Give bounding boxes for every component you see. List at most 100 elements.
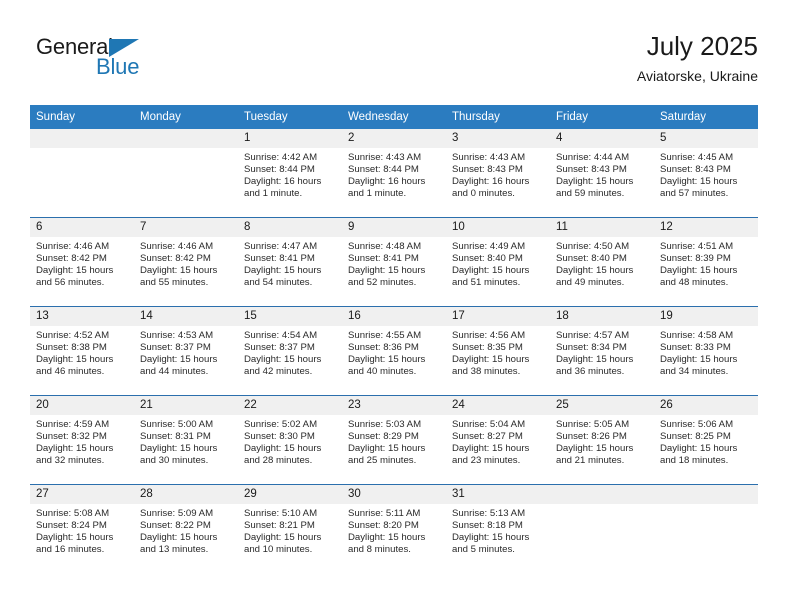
day-number: 3 (446, 129, 550, 148)
day-details: Sunrise: 5:09 AM Sunset: 8:22 PM Daylight:… (134, 504, 238, 556)
calendar-day-cell[interactable]: 11 Sunrise: 4:50 AM Sunset: 8:40 PM Dayligh… (550, 217, 654, 307)
calendar-day-cell[interactable]: 29 Sunrise: 5:10 AM Sunset: 8:21 PM Dayligh… (238, 484, 342, 573)
weekday-header-wednesday: Wednesday (342, 105, 446, 129)
calendar-day-cell[interactable]: 5 Sunrise: 4:45 AM Sunset: 8:43 PM Daylight… (654, 129, 758, 218)
day-details: Sunrise: 4:49 AM Sunset: 8:40 PM Daylight:… (446, 237, 550, 289)
weekday-header-thursday: Thursday (446, 105, 550, 129)
calendar-day-cell[interactable]: 13 Sunrise: 4:52 AM Sunset: 8:38 PM Dayligh… (30, 306, 134, 396)
sunrise-text: Sunrise: 5:00 AM (140, 419, 214, 430)
day-number: 7 (134, 218, 238, 237)
day-cell-content: 19 Sunrise: 4:58 AM Sunset: 8:33 PM Dayligh… (654, 307, 758, 395)
sunset-text: Sunset: 8:26 PM (556, 431, 627, 443)
sunset-text: Sunset: 8:36 PM (348, 342, 419, 354)
daylight-text: Daylight: 15 hours and 30 minutes. (140, 443, 218, 467)
calendar-week-row: 20 Sunrise: 4:59 AM Sunset: 8:32 PM Dayligh… (30, 395, 758, 485)
calendar-day-cell[interactable]: 9 Sunrise: 4:48 AM Sunset: 8:41 PM Daylight… (342, 217, 446, 307)
calendar-day-cell[interactable]: 24 Sunrise: 5:04 AM Sunset: 8:27 PM Dayligh… (446, 395, 550, 485)
sunrise-text: Sunrise: 4:52 AM (36, 330, 110, 341)
day-cell-empty (30, 129, 134, 217)
page-header: General Blue July 2025 Aviatorske, Ukrai… (30, 30, 758, 92)
sunset-text: Sunset: 8:35 PM (452, 342, 523, 354)
calendar-day-cell[interactable]: 17 Sunrise: 4:56 AM Sunset: 8:35 PM Dayligh… (446, 306, 550, 396)
daylight-text: Daylight: 15 hours and 55 minutes. (140, 265, 218, 289)
sunrise-text: Sunrise: 4:46 AM (36, 241, 110, 252)
calendar-day-cell[interactable]: 7 Sunrise: 4:46 AM Sunset: 8:42 PM Daylight… (134, 217, 238, 307)
day-cell-content: 15 Sunrise: 4:54 AM Sunset: 8:37 PM Dayligh… (238, 307, 342, 395)
calendar-day-cell[interactable]: 22 Sunrise: 5:02 AM Sunset: 8:30 PM Dayligh… (238, 395, 342, 485)
day-cell-content: 28 Sunrise: 5:09 AM Sunset: 8:22 PM Dayligh… (134, 485, 238, 573)
calendar-day-cell[interactable]: 28 Sunrise: 5:09 AM Sunset: 8:22 PM Dayligh… (134, 484, 238, 573)
sunrise-text: Sunrise: 4:45 AM (660, 152, 734, 163)
calendar-day-cell[interactable]: 1 Sunrise: 4:42 AM Sunset: 8:44 PM Daylight… (238, 129, 342, 218)
day-number (654, 485, 758, 504)
calendar-day-cell[interactable]: 20 Sunrise: 4:59 AM Sunset: 8:32 PM Dayligh… (30, 395, 134, 485)
day-number: 24 (446, 396, 550, 415)
day-cell-content: 3 Sunrise: 4:43 AM Sunset: 8:43 PM Daylight… (446, 129, 550, 217)
sunset-text: Sunset: 8:21 PM (244, 520, 315, 532)
page-subtitle: Aviatorske, Ukraine (636, 68, 758, 84)
daylight-text: Daylight: 15 hours and 38 minutes. (452, 354, 530, 378)
day-cell-content: 10 Sunrise: 4:49 AM Sunset: 8:40 PM Dayligh… (446, 218, 550, 306)
calendar-day-cell[interactable]: 30 Sunrise: 5:11 AM Sunset: 8:20 PM Dayligh… (342, 484, 446, 573)
daylight-text: Daylight: 15 hours and 51 minutes. (452, 265, 530, 289)
calendar-day-cell[interactable]: 14 Sunrise: 4:53 AM Sunset: 8:37 PM Dayligh… (134, 306, 238, 396)
sunset-text: Sunset: 8:39 PM (660, 253, 731, 265)
sunrise-text: Sunrise: 5:13 AM (452, 508, 526, 519)
sunset-text: Sunset: 8:18 PM (452, 520, 523, 532)
sunset-text: Sunset: 8:34 PM (556, 342, 627, 354)
day-cell-content: 11 Sunrise: 4:50 AM Sunset: 8:40 PM Dayligh… (550, 218, 654, 306)
day-number: 1 (238, 129, 342, 148)
weekday-header-sunday: Sunday (30, 105, 134, 129)
day-number: 16 (342, 307, 446, 326)
day-number: 31 (446, 485, 550, 504)
day-cell-content: 7 Sunrise: 4:46 AM Sunset: 8:42 PM Daylight… (134, 218, 238, 306)
calendar-day-cell[interactable]: 26 Sunrise: 5:06 AM Sunset: 8:25 PM Dayligh… (654, 395, 758, 485)
calendar-day-cell[interactable]: 15 Sunrise: 4:54 AM Sunset: 8:37 PM Dayligh… (238, 306, 342, 396)
calendar-day-cell[interactable]: 8 Sunrise: 4:47 AM Sunset: 8:41 PM Daylight… (238, 217, 342, 307)
sunrise-text: Sunrise: 4:50 AM (556, 241, 630, 252)
calendar-day-cell[interactable]: 21 Sunrise: 5:00 AM Sunset: 8:31 PM Dayligh… (134, 395, 238, 485)
calendar-day-cell[interactable]: 3 Sunrise: 4:43 AM Sunset: 8:43 PM Daylight… (446, 129, 550, 218)
calendar-day-cell[interactable]: 25 Sunrise: 5:05 AM Sunset: 8:26 PM Dayligh… (550, 395, 654, 485)
day-details: Sunrise: 4:51 AM Sunset: 8:39 PM Daylight:… (654, 237, 758, 289)
calendar-day-cell[interactable]: 4 Sunrise: 4:44 AM Sunset: 8:43 PM Daylight… (550, 129, 654, 218)
day-cell-content: 30 Sunrise: 5:11 AM Sunset: 8:20 PM Dayligh… (342, 485, 446, 573)
day-details: Sunrise: 4:45 AM Sunset: 8:43 PM Daylight:… (654, 148, 758, 200)
calendar-day-cell[interactable]: 10 Sunrise: 4:49 AM Sunset: 8:40 PM Dayligh… (446, 217, 550, 307)
calendar-table: Sunday Monday Tuesday Wednesday Thursday… (30, 105, 758, 573)
calendar-day-cell[interactable]: 16 Sunrise: 4:55 AM Sunset: 8:36 PM Dayligh… (342, 306, 446, 396)
day-cell-content: 23 Sunrise: 5:03 AM Sunset: 8:29 PM Dayligh… (342, 396, 446, 484)
day-number: 26 (654, 396, 758, 415)
calendar-day-cell[interactable]: 23 Sunrise: 5:03 AM Sunset: 8:29 PM Dayligh… (342, 395, 446, 485)
calendar-day-cell[interactable]: 6 Sunrise: 4:46 AM Sunset: 8:42 PM Daylight… (30, 217, 134, 307)
sunset-text: Sunset: 8:42 PM (140, 253, 211, 265)
day-details: Sunrise: 4:43 AM Sunset: 8:44 PM Daylight:… (342, 148, 446, 200)
daylight-text: Daylight: 16 hours and 1 minute. (348, 176, 426, 200)
sunset-text: Sunset: 8:22 PM (140, 520, 211, 532)
brand-logo[interactable]: General Blue (36, 34, 216, 90)
calendar-day-cell[interactable]: 18 Sunrise: 4:57 AM Sunset: 8:34 PM Dayligh… (550, 306, 654, 396)
sunset-text: Sunset: 8:32 PM (36, 431, 107, 443)
daylight-text: Daylight: 15 hours and 52 minutes. (348, 265, 426, 289)
calendar-day-cell[interactable]: 12 Sunrise: 4:51 AM Sunset: 8:39 PM Dayligh… (654, 217, 758, 307)
day-number: 12 (654, 218, 758, 237)
sunset-text: Sunset: 8:40 PM (452, 253, 523, 265)
sunset-text: Sunset: 8:41 PM (348, 253, 419, 265)
day-number: 8 (238, 218, 342, 237)
weekday-header-saturday: Saturday (654, 105, 758, 129)
calendar-day-cell[interactable]: 19 Sunrise: 4:58 AM Sunset: 8:33 PM Dayligh… (654, 306, 758, 396)
day-cell-content: 4 Sunrise: 4:44 AM Sunset: 8:43 PM Daylight… (550, 129, 654, 217)
daylight-text: Daylight: 15 hours and 48 minutes. (660, 265, 738, 289)
day-number (550, 485, 654, 504)
calendar-day-cell[interactable]: 31 Sunrise: 5:13 AM Sunset: 8:18 PM Dayligh… (446, 484, 550, 573)
calendar-day-cell[interactable]: 27 Sunrise: 5:08 AM Sunset: 8:24 PM Dayligh… (30, 484, 134, 573)
sunset-text: Sunset: 8:37 PM (244, 342, 315, 354)
weekday-header-monday: Monday (134, 105, 238, 129)
day-number: 30 (342, 485, 446, 504)
calendar-day-cell[interactable]: 2 Sunrise: 4:43 AM Sunset: 8:44 PM Daylight… (342, 129, 446, 218)
day-details: Sunrise: 4:47 AM Sunset: 8:41 PM Daylight:… (238, 237, 342, 289)
day-cell-content: 2 Sunrise: 4:43 AM Sunset: 8:44 PM Daylight… (342, 129, 446, 217)
day-number: 23 (342, 396, 446, 415)
weekday-header-tuesday: Tuesday (238, 105, 342, 129)
day-number: 11 (550, 218, 654, 237)
